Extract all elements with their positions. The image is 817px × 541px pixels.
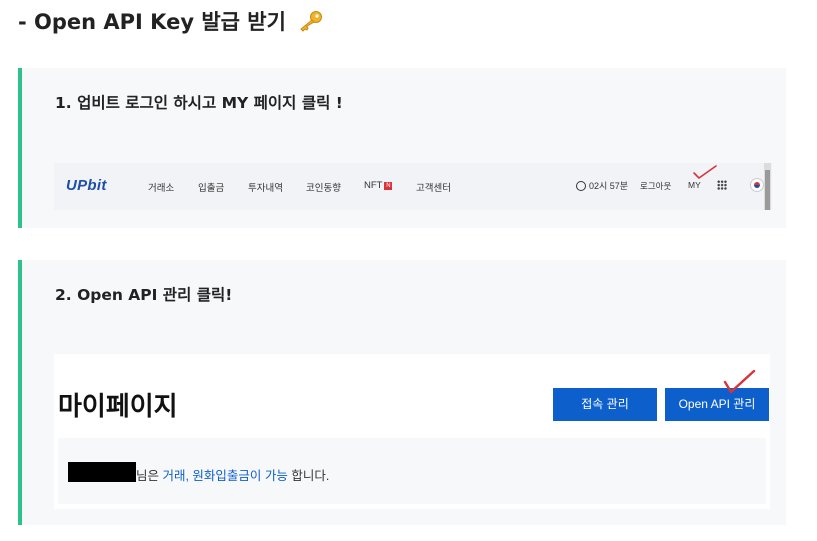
info-suffix: 님은	[136, 469, 163, 483]
redacted-username	[68, 462, 136, 482]
nft-new-badge: N	[384, 182, 393, 190]
nav-investments[interactable]: 투자내역	[248, 180, 283, 194]
step1-title: 1. 업비트 로그인 하시고 MY 페이지 클릭 !	[55, 94, 343, 112]
session-timer-text: 02시 57분	[589, 181, 629, 191]
step2-title: 2. Open API 관리 클릭!	[55, 286, 233, 304]
account-info-box: 님은 거래, 원화입출금이 가능 합니다.	[58, 438, 766, 504]
my-page-link[interactable]: MY	[688, 180, 701, 190]
info-end: 합니다.	[287, 469, 330, 483]
upbit-logo: UPbit	[66, 177, 107, 194]
clock-icon	[576, 181, 586, 191]
permission-link[interactable]: 거래, 원화입출금이 가능	[162, 469, 287, 483]
nav-support[interactable]: 고객센터	[416, 180, 451, 194]
scrollbar-thumb[interactable]	[765, 170, 770, 210]
page-heading: - Open API Key 발급 받기	[18, 6, 323, 36]
session-timer: 02시 57분	[576, 179, 628, 192]
account-info-text: 님은 거래, 원화입출금이 가능 합니다.	[136, 465, 329, 484]
mypage-title: 마이페이지	[58, 392, 178, 422]
korea-flag-icon[interactable]	[750, 178, 764, 192]
nav-nft[interactable]: NFT N	[364, 180, 393, 191]
connection-manage-button[interactable]: 접속 관리	[553, 388, 657, 421]
red-checkmark-icon	[693, 165, 717, 179]
upbit-navbar-screenshot: UPbit 거래소 입출금 투자내역 코인동향 NFT N 고객센터 02시 57…	[54, 163, 772, 210]
heading-text: - Open API Key 발급 받기	[18, 10, 286, 34]
key-icon	[300, 11, 323, 32]
nav-coin-trends[interactable]: 코인동향	[306, 180, 341, 194]
mypage-screenshot: 마이페이지 접속 관리 Open API 관리 님은 거래, 원화입출금이 가능…	[54, 354, 770, 509]
step1-card: 1. 업비트 로그인 하시고 MY 페이지 클릭 ! UPbit 거래소 입출금…	[18, 68, 786, 228]
nav-deposit[interactable]: 입출금	[198, 180, 224, 194]
apps-grid-icon[interactable]	[717, 180, 727, 190]
step2-card: 2. Open API 관리 클릭! 마이페이지 접속 관리 Open API …	[18, 260, 786, 525]
red-checkmark-icon	[723, 369, 756, 394]
nav-exchange[interactable]: 거래소	[148, 180, 174, 194]
nav-nft-label: NFT	[364, 180, 383, 191]
logout-link[interactable]: 로그아웃	[640, 180, 671, 192]
